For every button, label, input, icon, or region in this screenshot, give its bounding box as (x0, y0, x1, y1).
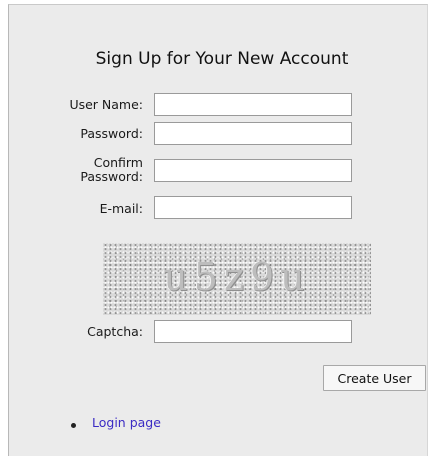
confirm-password-input[interactable] (154, 159, 352, 182)
bullet-icon (71, 423, 76, 428)
username-label: User Name: (69, 97, 143, 112)
captcha-text: u5z9u (163, 255, 311, 299)
confirm-password-label: Confirm Password: (80, 156, 143, 184)
create-user-button[interactable]: Create User (323, 365, 426, 391)
username-input[interactable] (154, 93, 352, 116)
captcha-label: Captcha: (87, 324, 143, 339)
confirm-label-line1: Confirm (93, 155, 143, 170)
confirm-label-line2: Password: (80, 169, 143, 184)
signup-panel: Sign Up for Your New Account User Name: … (8, 4, 428, 456)
password-input[interactable] (154, 122, 352, 145)
captcha-image: u5z9u (103, 243, 371, 315)
email-input[interactable] (154, 196, 352, 219)
page-title: Sign Up for Your New Account (95, 49, 349, 69)
password-label: Password: (80, 126, 143, 141)
email-label: E-mail: (99, 201, 143, 216)
login-page-link[interactable]: Login page (92, 415, 161, 430)
captcha-input[interactable] (154, 320, 352, 343)
